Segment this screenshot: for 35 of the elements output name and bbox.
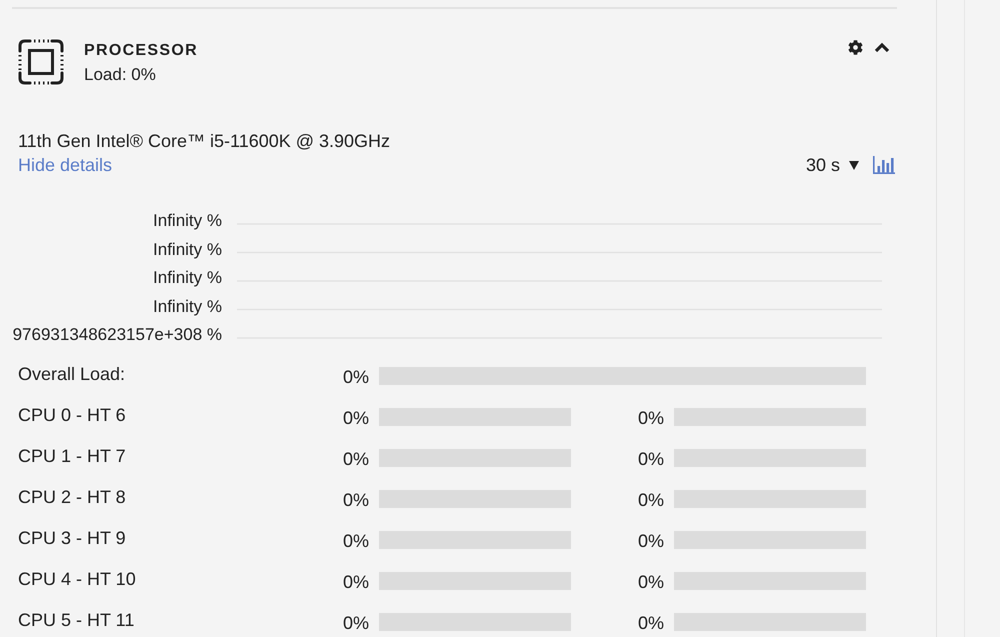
interval-select[interactable]: 30 s <box>806 154 859 176</box>
hide-details-link[interactable]: Hide details <box>18 154 112 176</box>
axis-label: Infinity % <box>153 267 222 289</box>
settings-icon[interactable] <box>848 40 863 55</box>
load-percent: 0% <box>342 408 369 428</box>
axis-label: 976931348623157e+308 % <box>12 324 222 346</box>
load-percent: 0% <box>342 572 369 592</box>
bar-chart-icon[interactable] <box>873 156 895 174</box>
load-percent: 0% <box>342 530 369 552</box>
axis-label: Infinity % <box>153 210 222 232</box>
load-summary: Load: 0% <box>84 64 157 86</box>
load-percent: 0% <box>342 490 369 510</box>
core-label: CPU 2 - HT 8 <box>18 487 127 508</box>
chevron-up-icon[interactable] <box>874 42 890 53</box>
load-percent: 0% <box>636 530 664 552</box>
core-label: CPU 0 - HT 6 <box>18 405 127 426</box>
load-percent: 0% <box>636 408 664 428</box>
load-percent: 0% <box>342 612 369 634</box>
processor-model: 11th Gen Intel® Core™ i5-11600K @ 3.90GHz <box>18 130 392 152</box>
core-label: CPU 3 - HT 9 <box>18 528 127 549</box>
core-label: CPU 1 - HT 7 <box>18 446 127 467</box>
load-percent: 0% <box>636 490 664 510</box>
core-label: CPU 5 - HT 11 <box>18 610 136 631</box>
axis-label: Infinity % <box>153 296 222 318</box>
axis-label: Infinity % <box>153 238 222 260</box>
caret-down-icon <box>849 160 859 170</box>
load-percent: 0% <box>636 572 664 592</box>
load-percent: 0% <box>342 366 369 388</box>
core-label: CPU 4 - HT 10 <box>18 569 137 590</box>
load-percent: 0% <box>636 612 664 634</box>
load-percent: 0% <box>636 448 664 470</box>
panel-title: PROCESSOR <box>84 41 198 61</box>
processor-icon <box>18 39 64 85</box>
overall-load-label: Overall Load: <box>18 364 126 385</box>
load-percent: 0% <box>342 448 369 470</box>
